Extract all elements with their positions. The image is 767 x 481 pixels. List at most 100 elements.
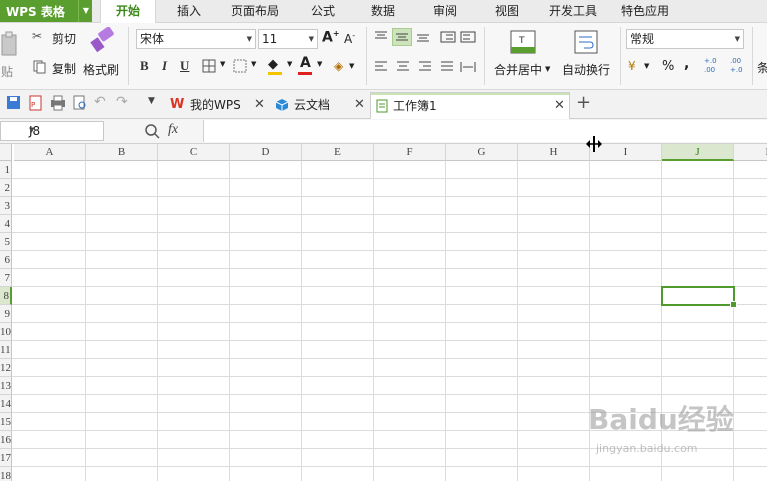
tab-data[interactable]: 数据 xyxy=(356,0,410,22)
tab-workbook-1[interactable]: 工作簿1 ✕ xyxy=(370,92,570,119)
align-middle-button[interactable] xyxy=(392,28,412,46)
format-painter-button[interactable]: 格式刷 xyxy=(82,27,122,83)
borders-button[interactable]: ▼ xyxy=(202,59,230,75)
font-color-button[interactable]: A ▼ xyxy=(298,55,326,77)
zoom-search-icon[interactable] xyxy=(144,123,160,139)
row-header-6[interactable]: 6 xyxy=(0,251,12,269)
align-bottom-icon[interactable] xyxy=(416,31,430,43)
row-header-4[interactable]: 4 xyxy=(0,215,12,233)
select-all-corner[interactable] xyxy=(0,144,12,161)
app-menu-chevron-down-icon[interactable]: ▼ xyxy=(78,0,93,22)
row-header-3[interactable]: 3 xyxy=(0,197,12,215)
column-header-a[interactable]: A xyxy=(14,144,86,161)
insert-function-button[interactable]: fx xyxy=(168,122,178,138)
column-header-b[interactable]: B xyxy=(86,144,158,161)
decrease-font-size-icon[interactable]: A- xyxy=(344,31,360,49)
tab-cloud-docs[interactable]: 云文档 ✕ xyxy=(272,92,368,118)
column-header-h[interactable]: H xyxy=(518,144,590,161)
increase-indent-icon[interactable] xyxy=(460,31,476,43)
chevron-down-icon: ▼ xyxy=(317,60,323,68)
row-header-12[interactable]: 12 xyxy=(0,359,12,377)
currency-button[interactable]: ¥ ▼ xyxy=(628,59,656,77)
quick-access-chevron-down-icon[interactable]: ▼ xyxy=(148,96,164,112)
print-preview-icon[interactable] xyxy=(72,95,88,111)
close-icon[interactable]: ✕ xyxy=(254,92,265,118)
chevron-down-icon: ▼ xyxy=(644,62,650,70)
row-header-1[interactable]: 1 xyxy=(0,161,12,179)
undo-icon[interactable]: ↶ xyxy=(94,94,110,110)
name-box[interactable]: J8 ▼ xyxy=(0,121,104,141)
column-header-j[interactable]: J xyxy=(662,144,734,161)
row-header-5[interactable]: 5 xyxy=(0,233,12,251)
wrap-text-button[interactable]: 自动换行 xyxy=(560,27,614,85)
justify-icon[interactable] xyxy=(440,61,454,73)
row-header-2[interactable]: 2 xyxy=(0,179,12,197)
save-icon[interactable] xyxy=(6,95,22,111)
active-cell[interactable] xyxy=(661,286,737,308)
column-header-e[interactable]: E xyxy=(302,144,374,161)
paste-button[interactable]: 贴 xyxy=(0,29,22,85)
tab-home[interactable]: 开始 xyxy=(100,0,156,23)
italic-button[interactable]: I xyxy=(162,58,167,74)
decrease-indent-icon[interactable] xyxy=(440,31,456,43)
fill-color-button[interactable]: ◆ ▼ xyxy=(268,57,296,77)
formula-bar: J8 ▼ fx xyxy=(0,119,767,144)
fill-handle[interactable] xyxy=(730,301,737,308)
column-header-c[interactable]: C xyxy=(158,144,230,161)
align-left-icon[interactable] xyxy=(374,61,388,73)
increase-decimal-button[interactable]: +.0 .00 xyxy=(704,57,722,79)
export-pdf-icon[interactable]: P xyxy=(28,95,44,111)
tab-formulas[interactable]: 公式 xyxy=(296,0,350,22)
new-tab-plus-icon[interactable]: + xyxy=(576,92,591,113)
row-header-14[interactable]: 14 xyxy=(0,395,12,413)
increase-font-size-icon[interactable]: A+ xyxy=(322,29,340,47)
font-name-select[interactable]: 宋体 ▼ xyxy=(136,29,256,49)
align-center-icon[interactable] xyxy=(396,61,410,73)
comma-button[interactable]: , xyxy=(684,56,689,72)
row-header-15[interactable]: 15 xyxy=(0,413,12,431)
print-icon[interactable] xyxy=(50,95,66,111)
row-header-11[interactable]: 11 xyxy=(0,341,12,359)
number-format-select[interactable]: 常规 ▼ xyxy=(626,29,744,49)
copy-button[interactable]: 复制 xyxy=(32,59,80,77)
tab-special[interactable]: 特色应用 xyxy=(612,0,678,22)
align-top-icon[interactable] xyxy=(374,31,388,43)
distributed-align-icon[interactable] xyxy=(460,61,476,73)
font-size-select[interactable]: 11 ▼ xyxy=(258,29,318,49)
row-header-16[interactable]: 16 xyxy=(0,431,12,449)
decrease-decimal-button[interactable]: .00 +.0 xyxy=(730,57,748,79)
row-header-17[interactable]: 17 xyxy=(0,449,12,467)
cut-button[interactable]: ✂ 剪切 xyxy=(32,29,80,47)
column-header-k[interactable]: K xyxy=(734,144,767,161)
close-icon[interactable]: ✕ xyxy=(554,93,565,119)
app-menu-button[interactable]: WPS 表格 ▼ xyxy=(0,0,92,22)
tab-insert[interactable]: 插入 xyxy=(162,0,216,22)
column-header-d[interactable]: D xyxy=(230,144,302,161)
clear-format-button[interactable]: ◈ ▼ xyxy=(334,59,360,77)
percent-button[interactable]: % xyxy=(662,59,674,74)
row-header-7[interactable]: 7 xyxy=(0,269,12,287)
cell-border-style-button[interactable]: ▼ xyxy=(233,59,261,75)
row-header-13[interactable]: 13 xyxy=(0,377,12,395)
tab-label: 工作簿1 xyxy=(393,99,437,113)
redo-icon[interactable]: ↷ xyxy=(116,94,132,110)
row-header-8[interactable]: 8 xyxy=(0,287,12,305)
tab-my-wps[interactable]: W 我的WPS ✕ xyxy=(166,92,268,118)
align-right-icon[interactable] xyxy=(418,61,432,73)
row-header-10[interactable]: 10 xyxy=(0,323,12,341)
tab-page-layout[interactable]: 页面布局 xyxy=(222,0,288,22)
column-header-f[interactable]: F xyxy=(374,144,446,161)
conditional-format-label[interactable]: 条 xyxy=(757,59,767,76)
bold-button[interactable]: B xyxy=(140,58,149,74)
merge-center-button[interactable]: T 合并居中 ▼ xyxy=(490,27,556,85)
column-header-g[interactable]: G xyxy=(446,144,518,161)
formula-input[interactable] xyxy=(203,120,767,142)
row-header-18[interactable]: 18 xyxy=(0,467,12,481)
tab-view[interactable]: 视图 xyxy=(480,0,534,22)
row-header-9[interactable]: 9 xyxy=(0,305,12,323)
eraser-icon: ◈ xyxy=(334,59,344,73)
underline-button[interactable]: U xyxy=(180,58,189,74)
tab-review[interactable]: 审阅 xyxy=(418,0,472,22)
close-icon[interactable]: ✕ xyxy=(354,92,365,118)
tab-developer[interactable]: 开发工具 xyxy=(540,0,606,22)
